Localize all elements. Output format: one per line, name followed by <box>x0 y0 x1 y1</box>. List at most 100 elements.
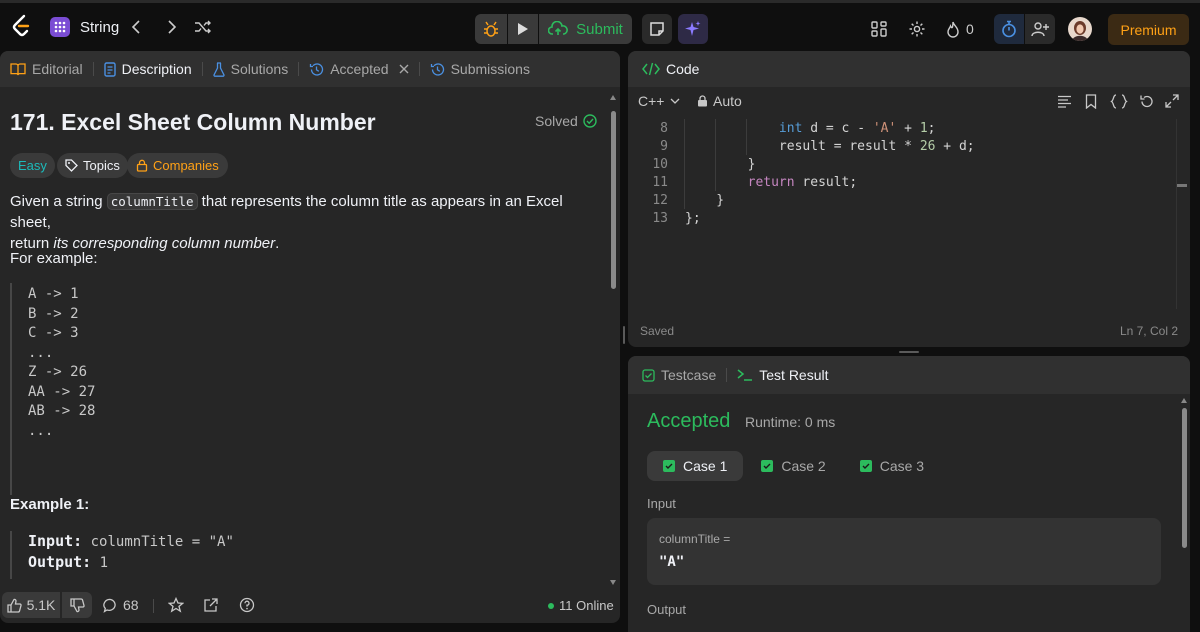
checkbox-icon <box>642 368 655 382</box>
tab-testcase[interactable]: Testcase <box>638 356 720 394</box>
problem-list-button[interactable]: String <box>50 14 119 40</box>
streak-count: 0 <box>966 21 974 37</box>
reset-icon[interactable] <box>1139 94 1154 112</box>
scrollbar-thumb[interactable] <box>1182 408 1187 548</box>
avatar[interactable] <box>1068 17 1092 41</box>
chevron-down-icon <box>671 98 680 104</box>
editor-scrollbar[interactable] <box>1176 119 1187 309</box>
test-tab-bar: Testcase Test Result <box>628 356 1190 394</box>
param-value: "A" <box>659 554 685 570</box>
flame-icon <box>947 21 959 38</box>
description-panel: Editorial Description Solutions Accepted… <box>0 51 620 623</box>
close-icon[interactable] <box>399 64 409 74</box>
check-badge-icon <box>663 460 675 472</box>
help-icon[interactable] <box>239 597 255 618</box>
bookmark-icon[interactable] <box>1085 94 1097 112</box>
tab-test-result[interactable]: Test Result <box>733 356 832 394</box>
tab-description[interactable]: Description <box>100 51 196 87</box>
premium-button[interactable]: Premium <box>1108 14 1189 45</box>
vertical-splitter-handle[interactable] <box>623 326 625 344</box>
runtime-label: Runtime: 0 ms <box>745 414 836 430</box>
notes-button[interactable] <box>642 14 672 44</box>
debug-button[interactable] <box>475 14 507 44</box>
comment-icon <box>103 598 116 613</box>
share-icon[interactable] <box>203 597 219 618</box>
play-icon <box>518 23 528 35</box>
horizontal-splitter-handle[interactable] <box>899 351 919 353</box>
check-badge-icon <box>859 460 872 472</box>
tab-solutions[interactable]: Solutions <box>209 51 293 87</box>
history-icon <box>310 62 324 76</box>
scroll-up-arrow[interactable] <box>610 95 616 100</box>
result-status: Accepted <box>647 410 731 432</box>
submit-label: Submit <box>576 20 623 38</box>
result-scrollbar[interactable] <box>1181 398 1188 628</box>
online-count: 11 Online <box>559 598 614 613</box>
like-button[interactable]: 5.1K <box>2 592 60 618</box>
case-tab-3[interactable]: Case 3 <box>844 451 940 481</box>
timer-button[interactable] <box>994 14 1024 44</box>
line-number: 10 <box>652 157 668 172</box>
difficulty-badge[interactable]: Easy <box>10 153 55 178</box>
dislike-button[interactable] <box>62 592 92 618</box>
add-collaborator-button[interactable] <box>1025 14 1055 44</box>
code-line: 12 } <box>628 192 1176 210</box>
description-footer: 5.1K 68 11 Online <box>0 587 620 623</box>
example-line: ... <box>28 344 54 361</box>
code-editor[interactable]: 8 int d = c - 'A' + 1; 9 result = result … <box>628 119 1176 309</box>
code-toolbar: C++ Auto <box>628 87 1190 117</box>
next-problem-icon[interactable] <box>162 17 182 37</box>
shuffle-icon[interactable] <box>193 17 213 37</box>
case-tab-1[interactable]: Case 1 <box>647 451 744 481</box>
example1-output: Output: 1 <box>28 553 109 571</box>
ai-assistant-button[interactable] <box>678 14 708 44</box>
description-scrollbar[interactable] <box>610 95 617 585</box>
settings-gear-icon[interactable] <box>907 19 927 39</box>
code-line: 8 int d = c - 'A' + 1; <box>628 120 1176 138</box>
auto-mode-toggle[interactable]: Auto <box>697 93 742 109</box>
braces-icon[interactable] <box>1110 94 1128 112</box>
case-tab-2[interactable]: Case 2 <box>745 451 841 481</box>
streak-counter[interactable]: 0 <box>946 17 974 41</box>
add-user-icon <box>1031 22 1049 37</box>
comments-button[interactable]: 68 <box>103 592 139 618</box>
scrollbar-marker <box>1177 184 1187 187</box>
case-tab-label: Case 3 <box>879 458 925 474</box>
topics-tag[interactable]: Topics <box>57 153 128 178</box>
tag-icon <box>65 159 78 172</box>
format-lines-icon[interactable] <box>1057 95 1072 111</box>
scroll-up-arrow[interactable] <box>1181 398 1187 403</box>
tab-submissions[interactable]: Submissions <box>426 51 534 87</box>
flask-icon <box>212 61 225 77</box>
code-text: result = result * 26 + d; <box>685 139 975 154</box>
prev-problem-icon[interactable] <box>126 17 146 37</box>
scrollbar-thumb[interactable] <box>611 111 616 289</box>
line-number: 13 <box>652 211 668 226</box>
example-line: Z -> 26 <box>28 364 88 380</box>
code-text: } <box>685 157 756 172</box>
code-text: } <box>685 193 725 208</box>
leetcode-logo[interactable] <box>8 11 34 41</box>
expand-icon[interactable] <box>1165 94 1179 111</box>
lock-icon <box>698 95 707 107</box>
for-example-label: For example: <box>10 250 98 267</box>
favorite-star-icon[interactable] <box>167 596 185 618</box>
layout-icon[interactable] <box>869 19 889 39</box>
tab-accepted[interactable]: Accepted <box>305 51 412 87</box>
scroll-down-arrow[interactable] <box>610 580 616 585</box>
comment-count: 68 <box>123 597 139 613</box>
problem-description: Given a string columnTitle that represen… <box>10 191 600 254</box>
bug-icon <box>484 21 498 37</box>
submit-button[interactable]: Submit <box>539 14 632 44</box>
code-brackets-icon <box>642 62 660 76</box>
description-content: 171. Excel Sheet Column Number Solved Ea… <box>0 87 606 585</box>
param-name: columnTitle = <box>659 532 731 546</box>
language-select[interactable]: C++ <box>638 93 680 109</box>
save-status: Saved <box>640 324 675 338</box>
run-button[interactable] <box>508 14 538 44</box>
tab-editorial[interactable]: Editorial <box>6 51 87 87</box>
tab-code[interactable]: Code <box>638 51 703 87</box>
solved-indicator: Solved <box>535 113 597 129</box>
case-tab-label: Case 1 <box>683 458 728 474</box>
companies-tag[interactable]: Companies <box>127 153 228 178</box>
